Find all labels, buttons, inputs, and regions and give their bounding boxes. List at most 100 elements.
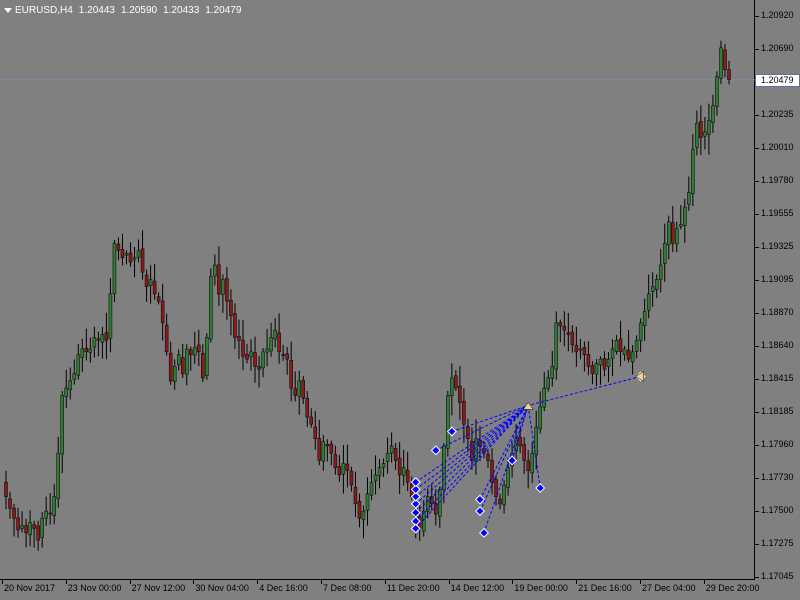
time-tick [65,580,67,584]
bear-candle [4,481,8,497]
bull-candle [132,257,137,260]
bull-candle [136,250,141,258]
price-tick [755,280,759,282]
trade-line [435,404,529,451]
bear-candle [180,357,185,374]
time-label: 11 Dec 20:00 [386,583,440,593]
price-tick [755,477,759,479]
bear-candle [397,457,402,476]
bull-candle [446,395,450,449]
bull-candle [554,322,559,370]
bear-candle [293,388,297,396]
ohlc-open: 1.20443 [78,4,115,16]
close-arrow-icon [522,402,534,410]
bear-candle [201,352,205,379]
time-label: 27 Nov 12:00 [131,583,186,593]
trade-marker-icon [507,455,518,466]
price-label: 1.20690 [761,43,794,54]
bull-candle [614,340,619,352]
bear-candle [233,313,237,338]
price-label: 1.20920 [761,10,794,20]
time-tick [640,580,641,584]
price-tick [755,115,759,117]
bull-candle [261,351,265,369]
bear-candle [253,352,257,367]
bull-candle [642,311,647,326]
bear-candle [289,359,293,389]
bull-candle [72,373,77,380]
bull-candle [546,377,550,389]
bear-candle [727,69,731,80]
bull-candle [20,525,24,529]
bear-candle [48,512,52,515]
bear-candle [12,507,16,519]
bull-candle [530,452,534,474]
bull-candle [502,484,506,506]
time-tick [193,580,195,584]
bull-candle [675,228,679,245]
bear-candle [562,325,567,331]
bear-candle [96,338,101,341]
bear-candle [309,416,314,425]
bear-candle [558,322,563,327]
trade-marker-icon [410,507,421,518]
bear-candle [217,264,221,295]
bear-candle [574,345,579,353]
trade-marker-icon [475,506,485,517]
bear-candle [582,347,587,356]
bull-candle [193,347,197,356]
time-scale[interactable]: 20 Nov 2017 23 Nov 00:00 27 Nov 12:00 30 No… [0,580,800,600]
price-tick [755,511,759,513]
bear-candle [156,296,161,302]
bear-candle [164,324,169,353]
bull-candle [385,452,390,462]
time-tick [129,580,131,584]
bull-candle [538,406,542,430]
bull-candle [88,348,93,353]
bull-candle [711,105,715,123]
bull-candle [542,387,546,408]
bear-candle [486,453,490,461]
bear-candle [357,500,362,519]
trade-line [527,405,541,489]
bear-candle [393,448,398,461]
bull-candle [438,489,442,517]
time-label: 21 Dec 16:00 [578,583,632,593]
price-label: 1.17960 [761,438,794,449]
bear-candle [104,332,109,341]
bull-candle [112,243,117,294]
bear-candle [345,463,350,471]
bull-candle [687,192,691,205]
bear-candle [128,252,133,263]
trade-marker-icon [430,445,441,456]
price-tick [755,246,759,248]
bull-candle [213,264,217,277]
price-tick [755,213,759,215]
bull-candle [703,131,707,137]
price-label: 1.18640 [761,340,794,351]
chart-window[interactable]: EURUSD,H4 1.20443 1.20590 1.20433 1.2047… [0,0,800,600]
price-label: 1.17275 [761,537,794,548]
bull-candle [297,380,301,397]
bull-candle [719,47,723,79]
ohlc-high: 1.20590 [120,4,158,16]
bear-candle [24,525,28,534]
time-label: 19 Dec 00:00 [514,583,568,593]
bull-candle [341,463,346,475]
bear-candle [237,335,241,341]
price-scale[interactable]: 1.20920 1.20690 1.20479 1.20235 1.20010 1.197… [755,0,800,581]
bear-candle [671,222,675,244]
time-tick [703,580,705,584]
bear-candle [570,331,575,345]
candlestick-chart[interactable] [0,0,755,580]
price-tick [755,411,759,413]
bear-candle [160,300,165,324]
bear-candle [353,486,358,505]
dropdown-triangle-icon[interactable] [4,8,12,13]
bear-candle [168,352,173,382]
bull-candle [707,119,711,135]
bear-candle [229,299,233,316]
plot-area[interactable]: EURUSD,H4 1.20443 1.20590 1.20433 1.2047… [0,0,755,580]
bull-candle [610,348,615,359]
price-label: 1.20010 [761,141,794,152]
